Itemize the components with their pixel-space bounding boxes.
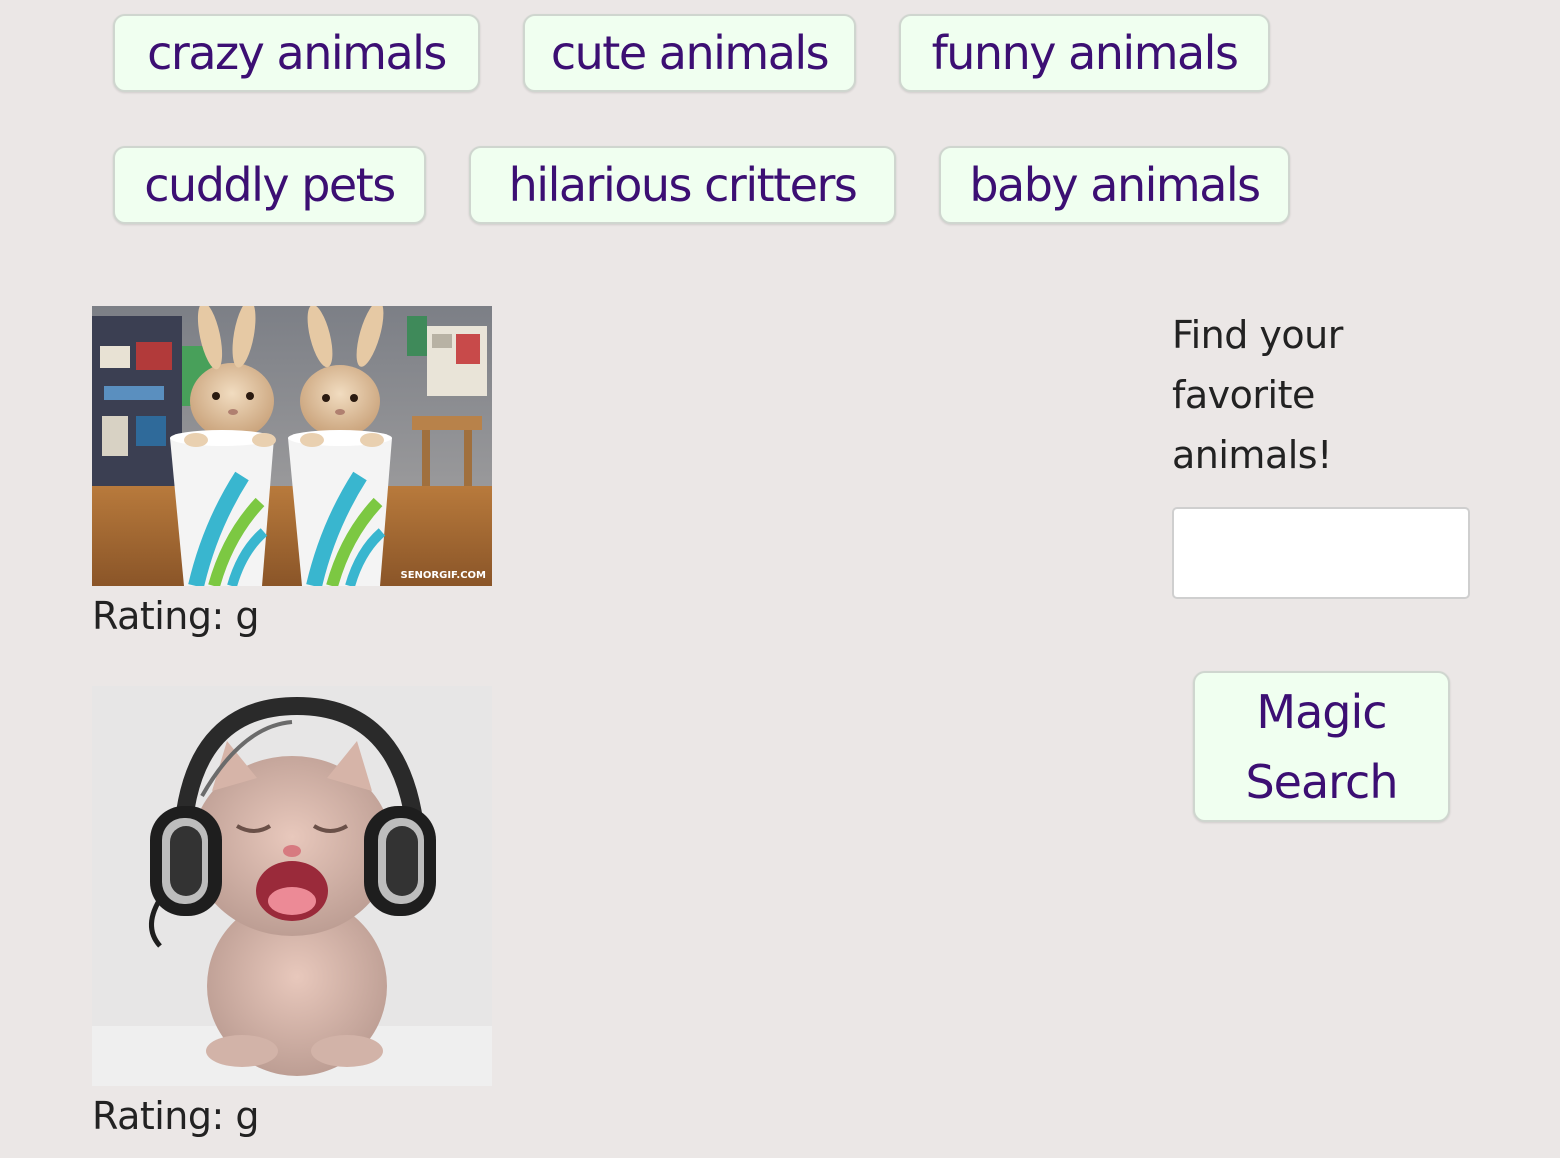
bunnies-in-cups-image: SENORGIF.COM — [92, 306, 492, 586]
search-prompt-line: favorite — [1172, 373, 1315, 417]
topic-button-cute-animals[interactable]: cute animals — [523, 14, 856, 92]
result-rating: Rating: g — [92, 1094, 260, 1138]
search-prompt-line: Find your — [1172, 313, 1343, 357]
kitten-with-headphones-image — [92, 686, 492, 1086]
search-input[interactable] — [1172, 507, 1470, 599]
result-gif-bunnies: SENORGIF.COM — [92, 306, 492, 586]
watermark-text: SENORGIF.COM — [401, 570, 487, 581]
topic-button-crazy-animals[interactable]: crazy animals — [113, 14, 480, 92]
magic-search-label-line: Magic — [1256, 684, 1387, 739]
magic-search-label-line: Search — [1245, 754, 1398, 809]
result-rating: Rating: g — [92, 594, 260, 638]
topic-button-funny-animals[interactable]: funny animals — [899, 14, 1270, 92]
search-prompt-line: animals! — [1172, 433, 1332, 477]
magic-search-button[interactable]: Magic Search — [1193, 671, 1450, 822]
topic-button-cuddly-pets[interactable]: cuddly pets — [113, 146, 426, 224]
topic-button-baby-animals[interactable]: baby animals — [939, 146, 1290, 224]
topic-button-hilarious-critters[interactable]: hilarious critters — [469, 146, 896, 224]
result-gif-kitten — [92, 686, 492, 1086]
